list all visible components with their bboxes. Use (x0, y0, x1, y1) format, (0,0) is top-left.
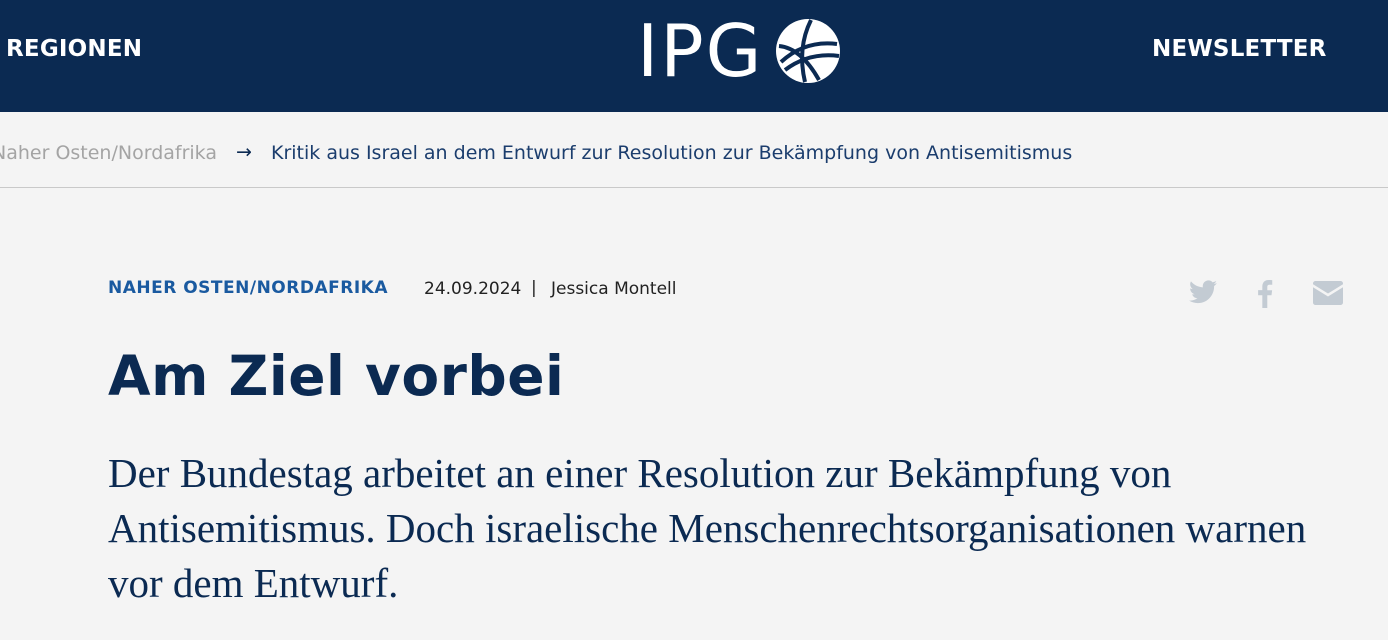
breadcrumb-current-link[interactable]: Kritik aus Israel an dem Entwurf zur Res… (271, 142, 1072, 164)
logo-text: IPG (637, 9, 764, 93)
nav-regionen-link[interactable]: REGIONEN (6, 36, 142, 62)
top-navigation-bar: REGIONEN IPG NEWSLETTER (0, 0, 1388, 112)
nav-newsletter-link[interactable]: NEWSLETTER (1152, 36, 1327, 62)
breadcrumb: Naher Osten/Nordafrika → Kritik aus Isra… (0, 112, 1388, 188)
article-category-link[interactable]: NAHER OSTEN/NORDAFRIKA (108, 278, 388, 298)
breadcrumb-previous-link[interactable]: Naher Osten/Nordafrika (0, 142, 217, 164)
article-date: 24.09.2024 (424, 279, 522, 299)
article-lead: Der Bundestag arbeitet an einer Resoluti… (108, 450, 1307, 606)
twitter-icon[interactable] (1189, 280, 1217, 308)
arrow-right-icon: → (236, 141, 252, 163)
meta-separator: | (531, 278, 537, 298)
article-author-link[interactable]: Jessica Montell (551, 279, 677, 299)
facebook-icon[interactable] (1257, 280, 1273, 312)
mail-icon[interactable] (1313, 280, 1343, 310)
ipg-logo[interactable]: IPG (637, 9, 841, 93)
globe-icon (776, 19, 841, 83)
article-title: Am Ziel vorbei (108, 344, 565, 408)
